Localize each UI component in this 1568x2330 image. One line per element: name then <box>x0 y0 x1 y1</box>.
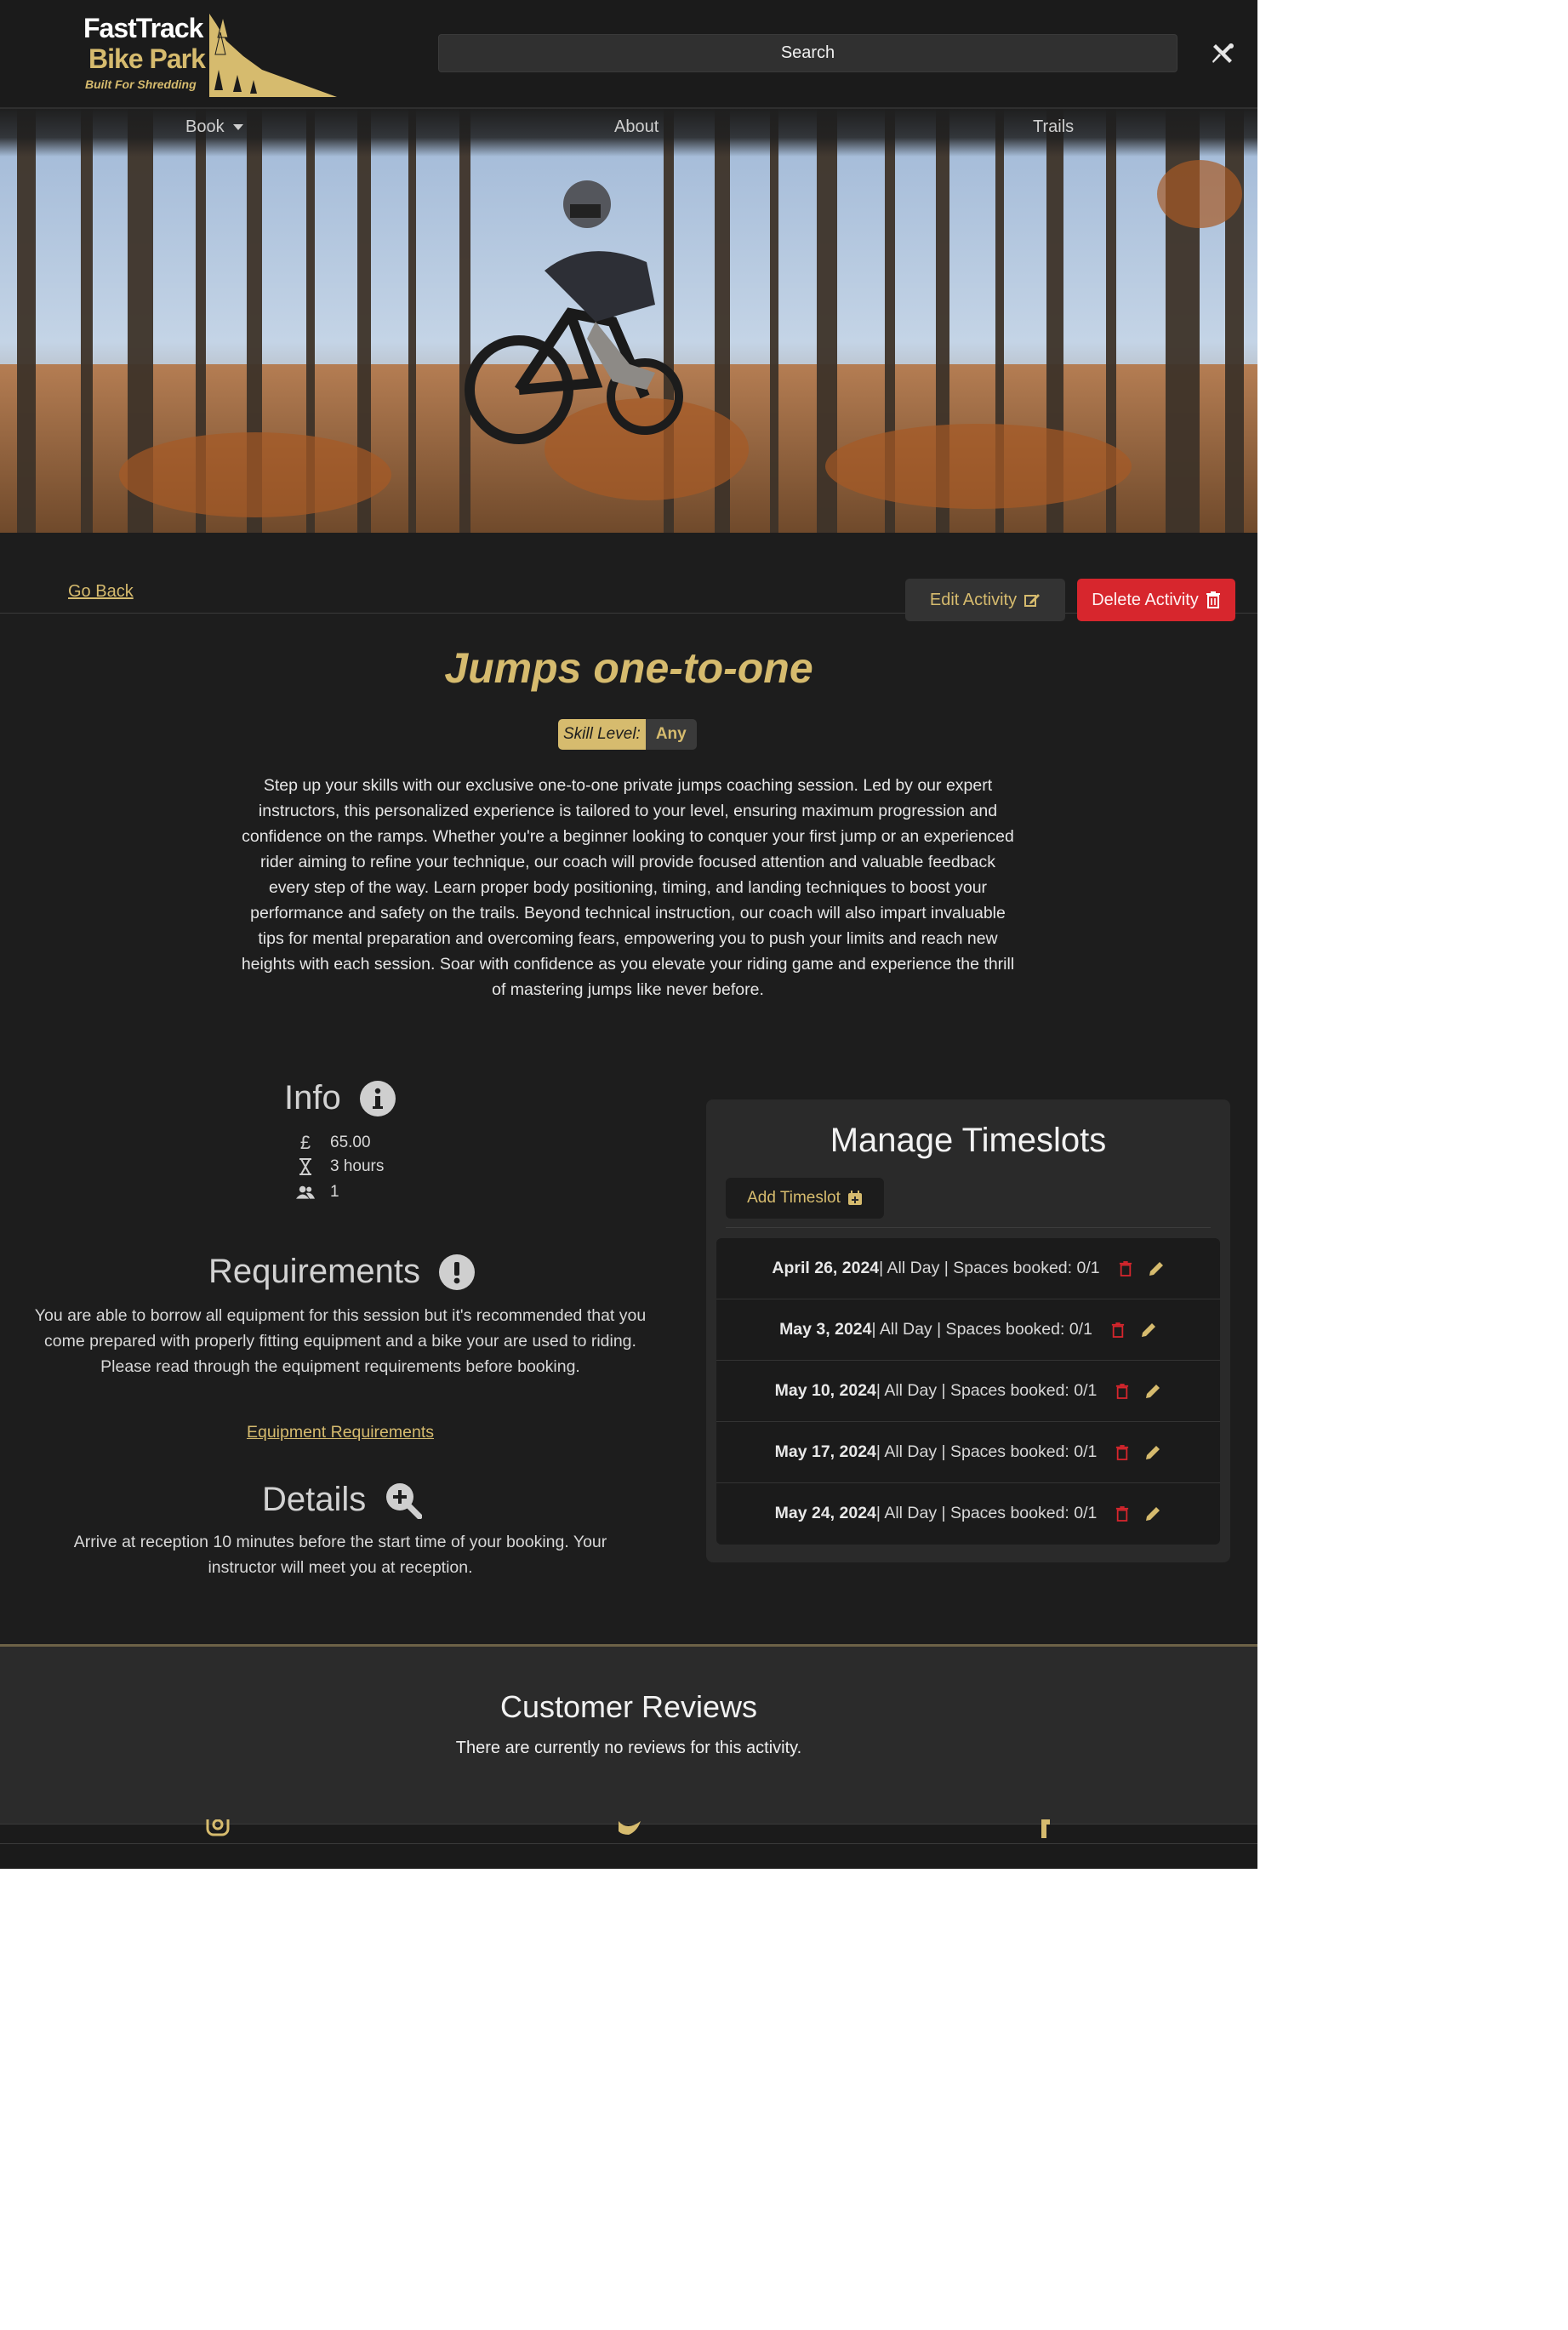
no-reviews-text: There are currently no reviews for this … <box>455 1739 802 1757</box>
edit-activity-button[interactable]: Edit Activity <box>905 579 1065 621</box>
timeslot-details: | All Day | Spaces booked: 0/1 <box>875 1381 1098 1400</box>
timeslot-date: May 17, 2024 <box>774 1442 876 1461</box>
timeslot-details: | All Day | Spaces booked: 0/1 <box>871 1320 1092 1339</box>
timeslot-row: May 10, 2024 | All Day | Spaces booked: … <box>716 1361 1220 1422</box>
details-text: Arrive at reception 10 minutes before th… <box>73 1533 607 1577</box>
delete-timeslot-icon[interactable] <box>1115 1383 1129 1400</box>
delete-activity-button[interactable]: Delete Activity <box>1077 579 1235 621</box>
divider <box>0 613 1257 614</box>
manage-timeslots-heading: Manage Timeslots <box>830 1122 1107 1159</box>
svg-text:FastTrack: FastTrack <box>83 13 204 43</box>
go-back-link[interactable]: Go Back <box>68 582 134 602</box>
users-icon <box>296 1185 315 1200</box>
close-tools-icon[interactable] <box>1208 39 1237 68</box>
customer-reviews-heading: Customer Reviews <box>499 1689 758 1724</box>
calendar-plus-icon <box>847 1191 862 1205</box>
skill-level-value: Any <box>645 719 697 750</box>
delete-timeslot-icon[interactable] <box>1115 1505 1129 1522</box>
add-timeslot-label: Add Timeslot <box>747 1189 841 1207</box>
svg-text:Bike Park: Bike Park <box>88 43 206 74</box>
timeslot-details: | All Day | Spaces booked: 0/1 <box>875 1504 1098 1522</box>
timeslot-date: April 26, 2024 <box>772 1259 880 1277</box>
edit-timeslot-icon[interactable] <box>1144 1444 1161 1461</box>
page: FastTrack Bike Park Built For Shredding … <box>0 0 1257 1869</box>
zoom-in-icon <box>386 1482 423 1519</box>
customer-reviews-section: Customer Reviews There are currently no … <box>0 1644 1257 1826</box>
search-button[interactable]: Search <box>438 34 1177 72</box>
main-nav: Book About Trails <box>0 109 1257 157</box>
requirements-text-2: Please read through the equipment requir… <box>100 1357 580 1376</box>
requirements-heading-text: Requirements <box>208 1253 421 1290</box>
trash-icon <box>1206 591 1220 608</box>
price-value: 65.00 <box>330 1134 371 1151</box>
duration-value: 3 hours <box>330 1157 385 1175</box>
requirements-heading: Requirements <box>208 1253 476 1291</box>
details-heading: Details <box>262 1481 423 1519</box>
footer-divider <box>0 1843 1257 1844</box>
timeslot-date: May 24, 2024 <box>774 1504 876 1522</box>
nav-trails[interactable]: Trails <box>1033 117 1074 137</box>
info-capacity: 1 <box>296 1183 339 1202</box>
delete-timeslot-icon[interactable] <box>1119 1260 1132 1277</box>
info-circle-icon <box>359 1080 396 1116</box>
equipment-requirements-link[interactable]: Equipment Requirements <box>0 1423 681 1442</box>
manage-timeslots-panel: Manage Timeslots Add Timeslot April 26, … <box>706 1099 1230 1562</box>
edit-timeslot-icon[interactable] <box>1140 1322 1157 1339</box>
delete-timeslot-icon[interactable] <box>1115 1444 1129 1461</box>
site-logo[interactable]: FastTrack Bike Park Built For Shredding <box>82 7 337 99</box>
delete-activity-label: Delete Activity <box>1092 590 1199 609</box>
exclamation-circle-icon <box>439 1254 476 1290</box>
timeslot-list: April 26, 2024 | All Day | Spaces booked… <box>716 1238 1220 1545</box>
timeslot-row: May 3, 2024 | All Day | Spaces booked: 0… <box>716 1299 1220 1361</box>
timeslot-date: May 3, 2024 <box>779 1320 872 1339</box>
nav-book-dropdown[interactable]: Book <box>185 117 243 137</box>
twitter-icon[interactable] <box>619 1819 644 1838</box>
activity-description: Step up your skills with our exclusive o… <box>241 776 1015 999</box>
hero-image <box>0 109 1257 533</box>
timeslot-row: April 26, 2024 | All Day | Spaces booked… <box>716 1238 1220 1299</box>
pound-sign-icon: £ <box>299 1132 311 1153</box>
edit-timeslot-icon[interactable] <box>1148 1260 1165 1277</box>
info-price: £ 65.00 <box>296 1132 371 1154</box>
timeslot-row: May 17, 2024 | All Day | Spaces booked: … <box>716 1422 1220 1483</box>
edit-timeslot-icon[interactable] <box>1144 1505 1161 1522</box>
timeslot-details: | All Day | Spaces booked: 0/1 <box>879 1259 1100 1277</box>
edit-timeslot-icon[interactable] <box>1144 1383 1161 1400</box>
site-header: FastTrack Bike Park Built For Shredding … <box>0 0 1257 109</box>
site-footer <box>0 1819 1257 1869</box>
delete-timeslot-icon[interactable] <box>1111 1322 1125 1339</box>
timeslot-row: May 24, 2024 | All Day | Spaces booked: … <box>716 1483 1220 1544</box>
info-heading-text: Info <box>284 1079 341 1116</box>
caret-down-icon <box>232 124 243 131</box>
timeslot-details: | All Day | Spaces booked: 0/1 <box>875 1442 1098 1461</box>
edit-icon <box>1024 594 1041 607</box>
nav-about[interactable]: About <box>614 117 659 137</box>
skill-level-badge: Skill Level: Any <box>558 719 697 750</box>
instagram-icon[interactable] <box>206 1819 230 1838</box>
add-timeslot-button[interactable]: Add Timeslot <box>726 1178 884 1219</box>
requirements-text-1: You are able to borrow all equipment for… <box>34 1306 647 1351</box>
svg-text:Built For Shredding: Built For Shredding <box>85 77 197 91</box>
info-duration: 3 hours <box>296 1157 384 1176</box>
details-heading-text: Details <box>262 1481 367 1518</box>
facebook-icon[interactable] <box>1036 1819 1052 1838</box>
info-heading: Info <box>284 1079 396 1117</box>
skill-level-label: Skill Level: <box>558 719 646 750</box>
hourglass-icon <box>296 1158 315 1175</box>
requirements-text: You are able to borrow all equipment for… <box>34 1303 647 1379</box>
activity-title: Jumps one-to-one <box>444 644 813 692</box>
capacity-value: 1 <box>330 1183 339 1201</box>
divider <box>726 1227 1211 1228</box>
edit-activity-label: Edit Activity <box>929 590 1018 609</box>
search-label: Search <box>780 43 835 62</box>
timeslot-date: May 10, 2024 <box>774 1381 876 1400</box>
